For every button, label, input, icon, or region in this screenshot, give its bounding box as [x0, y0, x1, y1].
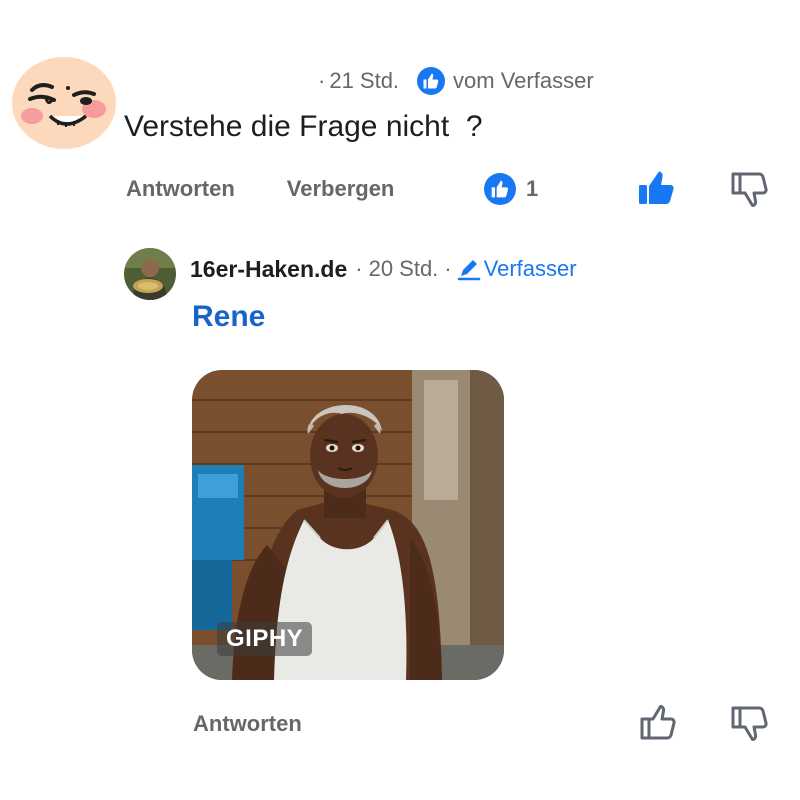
- reply-reply-button[interactable]: Antworten: [193, 708, 302, 740]
- thumbs-up-filled-icon: [639, 171, 674, 204]
- reply-time[interactable]: 20 Std.: [369, 256, 439, 282]
- giphy-badge: GIPHY: [217, 622, 313, 656]
- like-count-value: 1: [526, 176, 539, 201]
- reply-avatar[interactable]: [124, 248, 176, 300]
- smirk-face-icon: [12, 57, 116, 149]
- hide-button[interactable]: Verbergen: [287, 176, 395, 202]
- liked-by-author-label: vom Verfasser: [453, 68, 594, 93]
- thumbs-up-icon: [640, 705, 676, 740]
- like-button[interactable]: [638, 704, 678, 742]
- reply-author-name[interactable]: 16er-Haken.de: [190, 256, 347, 283]
- dislike-button[interactable]: [730, 704, 768, 742]
- author-like-icon: [417, 67, 446, 95]
- comment-time[interactable]: 21 Std.: [329, 68, 399, 94]
- like-button[interactable]: [636, 170, 676, 206]
- thumbs-down-icon: [731, 172, 768, 207]
- comment-text: Verstehe die Frage nicht ?: [124, 110, 483, 143]
- meta-separator: ·: [355, 256, 363, 281]
- comment-actions: Antworten Verbergen: [126, 172, 394, 206]
- meta-separator: ·: [318, 68, 326, 93]
- author-badge-icon: [456, 256, 482, 282]
- angler-photo-avatar: [124, 248, 176, 300]
- like-count[interactable]: 1: [484, 172, 538, 206]
- reply-meta: 16er-Haken.de · 20 Std. · Verfasser: [190, 254, 577, 284]
- dislike-button[interactable]: [730, 170, 768, 208]
- avatar[interactable]: [10, 54, 118, 152]
- meta-separator: ·: [444, 256, 452, 281]
- like-badge-icon: [484, 173, 516, 205]
- comment-meta: · 21 Std. vom Verfasser: [318, 66, 594, 96]
- reply-button[interactable]: Antworten: [126, 176, 235, 202]
- mention-link[interactable]: Rene: [192, 300, 265, 334]
- thumbs-down-icon: [731, 706, 768, 741]
- author-role-label: Verfasser: [483, 256, 577, 281]
